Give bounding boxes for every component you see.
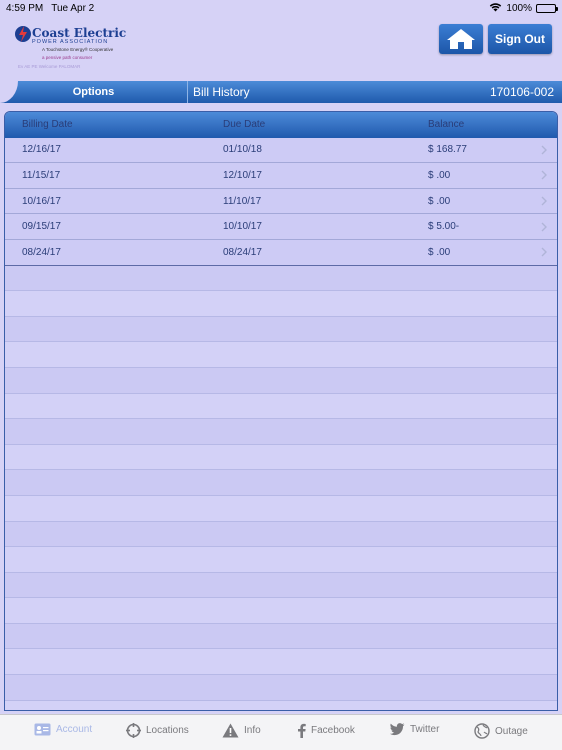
coast-electric-logo: Coast Electric POWER ASSOCIATION A Touch… bbox=[14, 24, 127, 74]
empty-row bbox=[5, 291, 557, 317]
billing-date-cell: 10/16/17 bbox=[22, 195, 61, 207]
lightning-bolt-icon bbox=[15, 26, 31, 42]
logo-line2: a pensive path consumer bbox=[42, 55, 93, 60]
app-header: Coast Electric POWER ASSOCIATION A Touch… bbox=[0, 16, 562, 80]
home-button[interactable] bbox=[439, 24, 483, 54]
account-number: 170106-002 bbox=[489, 85, 554, 99]
facebook-icon bbox=[298, 723, 306, 738]
home-icon bbox=[447, 29, 475, 49]
empty-row bbox=[5, 342, 557, 368]
tab-account-label: Account bbox=[56, 724, 93, 735]
due-date-cell: 11/10/17 bbox=[223, 195, 262, 207]
tab-facebook-label: Facebook bbox=[311, 725, 355, 736]
tab-account[interactable]: Account bbox=[34, 723, 92, 736]
due-date-cell: 08/24/17 bbox=[223, 246, 262, 258]
table-row[interactable]: 09/15/17 10/10/17 $ 5.00- bbox=[5, 214, 557, 240]
battery-percent: 100% bbox=[506, 2, 532, 14]
table-header: Billing Date Due Date Balance bbox=[5, 112, 557, 138]
tab-twitter[interactable]: Twitter bbox=[390, 723, 439, 736]
locations-icon bbox=[126, 723, 141, 738]
empty-row bbox=[5, 495, 557, 522]
tab-facebook[interactable]: Facebook bbox=[297, 723, 355, 738]
options-button[interactable]: Options bbox=[0, 81, 187, 103]
empty-row bbox=[5, 547, 557, 573]
globe-icon bbox=[474, 723, 490, 739]
table-row[interactable]: 12/16/17 01/10/18 $ 168.77 bbox=[5, 138, 557, 164]
empty-row bbox=[5, 367, 557, 394]
logo-line3: Ev AE PE Welcome PALOMAR bbox=[18, 64, 81, 69]
twitter-icon bbox=[390, 723, 405, 736]
header-billing-date: Billing Date bbox=[22, 119, 73, 131]
table-row[interactable]: 11/15/17 12/10/17 $ .00 bbox=[5, 163, 557, 189]
empty-row bbox=[5, 598, 557, 624]
due-date-cell: 01/10/18 bbox=[223, 144, 262, 156]
header-balance: Balance bbox=[428, 119, 465, 131]
balance-cell: $ .00 bbox=[428, 195, 451, 207]
page-title: Bill History bbox=[193, 85, 250, 99]
sign-out-button[interactable]: Sign Out bbox=[488, 24, 552, 54]
billing-date-cell: 09/15/17 bbox=[22, 221, 61, 233]
empty-row bbox=[5, 470, 557, 496]
bill-history-table: Billing Date Due Date Balance 12/16/17 01… bbox=[4, 111, 558, 711]
empty-row bbox=[5, 675, 557, 701]
chevron-right-icon bbox=[541, 145, 547, 155]
empty-row bbox=[5, 623, 557, 650]
empty-row bbox=[5, 316, 557, 343]
header-due-date: Due Date bbox=[223, 119, 266, 131]
logo-tagline: A Touchstone Energy® Cooperative bbox=[42, 47, 114, 52]
logo-subtitle: POWER ASSOCIATION bbox=[32, 39, 109, 45]
balance-cell: $ .00 bbox=[428, 246, 451, 258]
tab-info-label: Info bbox=[244, 725, 261, 736]
account-icon bbox=[34, 723, 51, 736]
billing-date-cell: 08/24/17 bbox=[22, 246, 61, 258]
tab-twitter-label: Twitter bbox=[410, 724, 440, 735]
empty-row bbox=[5, 521, 557, 548]
warning-icon bbox=[222, 723, 239, 738]
table-row[interactable]: 10/16/17 11/10/17 $ .00 bbox=[5, 189, 557, 215]
empty-row bbox=[5, 419, 557, 445]
chevron-right-icon bbox=[541, 196, 547, 206]
empty-row bbox=[5, 649, 557, 676]
tab-bar: Account Locations Info Facebook Twitter … bbox=[0, 714, 562, 750]
empty-row bbox=[5, 393, 557, 420]
chevron-right-icon bbox=[541, 247, 547, 257]
table-row[interactable]: 08/24/17 08/24/17 $ .00 bbox=[5, 240, 557, 266]
due-date-cell: 12/10/17 bbox=[223, 169, 262, 181]
status-date: Tue Apr 2 bbox=[51, 2, 95, 14]
chevron-right-icon bbox=[541, 222, 547, 232]
wifi-icon bbox=[489, 2, 502, 15]
nav-divider bbox=[187, 81, 188, 103]
balance-cell: $ .00 bbox=[428, 169, 451, 181]
tab-info[interactable]: Info bbox=[222, 723, 261, 738]
empty-row bbox=[5, 700, 557, 710]
status-time: 4:59 PM bbox=[6, 2, 44, 14]
balance-cell: $ 5.00- bbox=[428, 221, 460, 233]
due-date-cell: 10/10/17 bbox=[223, 221, 262, 233]
tab-locations-label: Locations bbox=[146, 725, 189, 736]
empty-row bbox=[5, 265, 557, 292]
chevron-right-icon bbox=[541, 170, 547, 180]
billing-date-cell: 11/15/17 bbox=[22, 169, 61, 181]
tab-locations[interactable]: Locations bbox=[126, 723, 189, 738]
status-bar: 4:59 PM Tue Apr 2 100% bbox=[0, 0, 562, 16]
logo-title: Coast Electric bbox=[32, 26, 127, 40]
empty-row bbox=[5, 572, 557, 599]
billing-date-cell: 12/16/17 bbox=[22, 144, 61, 156]
battery-icon bbox=[536, 3, 558, 13]
tab-outage-label: Outage bbox=[495, 725, 528, 737]
tab-outage[interactable]: Outage bbox=[474, 723, 528, 739]
empty-row bbox=[5, 444, 557, 471]
balance-cell: $ 168.77 bbox=[428, 144, 467, 156]
